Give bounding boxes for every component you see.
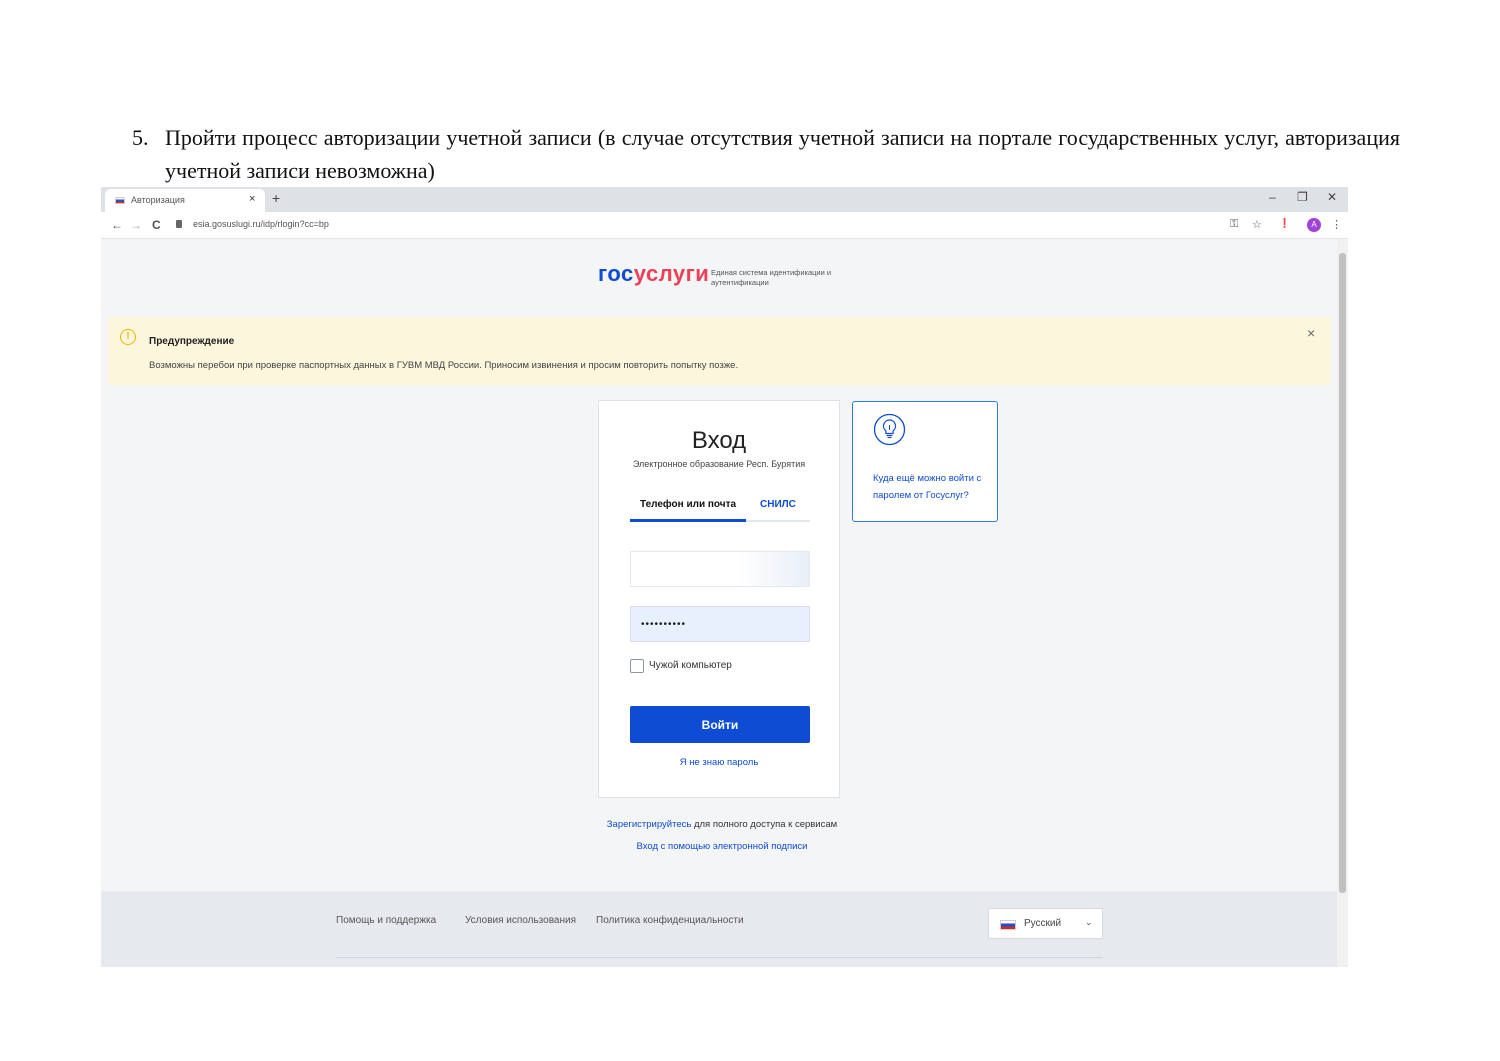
document-step: 5. Пройти процесс авторизации учетной за…: [132, 121, 1400, 187]
esignature-login-link[interactable]: Вход с помощью электронной подписи: [101, 841, 1337, 852]
menu-icon[interactable]: ⋮: [1331, 218, 1342, 231]
chevron-down-icon: ⌄: [1085, 917, 1093, 927]
browser-window: Авторизация × + – ❐ ✕ ← → C esia.gosuslu…: [101, 187, 1348, 967]
login-button[interactable]: Войти: [630, 706, 810, 743]
other-login-hint-text: Куда ещё можно войти с паролем от Госусл…: [873, 473, 982, 501]
back-icon[interactable]: ←: [111, 218, 123, 232]
star-icon[interactable]: ☆: [1252, 218, 1262, 231]
page-content: госуслуги Единая система идентификации и…: [101, 239, 1337, 967]
language-name: Русский: [1024, 918, 1062, 929]
organization-name: Электронное образование Респ. Бурятия: [632, 459, 806, 469]
language-select[interactable]: Русский ⌄: [988, 908, 1103, 939]
footer-terms-link[interactable]: Условия использования: [465, 915, 576, 926]
register-rest: для полного доступа к сервисам: [691, 819, 838, 830]
step-text: Пройти процесс авторизации учетной запис…: [165, 125, 1400, 183]
profile-avatar[interactable]: A: [1307, 218, 1321, 232]
minimize-button[interactable]: –: [1269, 190, 1276, 204]
forward-icon[interactable]: →: [130, 218, 142, 232]
lightbulb-icon: [873, 413, 906, 446]
foreign-computer-option[interactable]: Чужой компьютер: [630, 659, 780, 675]
password-field[interactable]: [630, 606, 810, 642]
restore-button[interactable]: ❐: [1297, 190, 1308, 204]
tab-strip: Авторизация × + – ❐ ✕: [101, 187, 1348, 212]
footer: Помощь и поддержка Условия использования…: [101, 891, 1337, 967]
logo-subtitle: Единая система идентификации и аутентифи…: [711, 268, 832, 287]
tab-phone-or-email[interactable]: Телефон или почта: [630, 496, 746, 522]
foreign-computer-label: Чужой компьютер: [649, 660, 732, 671]
page-scrollbar[interactable]: [1337, 239, 1348, 967]
address-bar[interactable]: esia.gosuslugi.ru/idp/rlogin?cc=bp: [170, 216, 1260, 234]
window-close-button[interactable]: ✕: [1327, 190, 1337, 204]
register-link[interactable]: Зарегистрируйтесь: [607, 819, 692, 830]
tab-close-icon[interactable]: ×: [249, 193, 255, 205]
warning-icon: !: [120, 329, 136, 345]
gosuslugi-logo[interactable]: госуслуги: [598, 261, 709, 287]
key-icon[interactable]: ⚿: [1230, 218, 1238, 231]
login-field[interactable]: [630, 551, 810, 587]
warning-title: Предупреждение: [149, 336, 235, 347]
url-text: esia.gosuslugi.ru/idp/rlogin?cc=bp: [193, 219, 329, 229]
lock-icon: [176, 220, 182, 228]
footer-divider: [336, 957, 1103, 958]
reload-icon[interactable]: C: [152, 218, 161, 232]
extension-icon[interactable]: ❗: [1279, 218, 1290, 229]
tab-snils[interactable]: СНИЛС: [760, 496, 796, 514]
step-number: 5.: [132, 125, 149, 150]
browser-tab[interactable]: Авторизация ×: [105, 189, 265, 212]
browser-toolbar: ← → C esia.gosuslugi.ru/idp/rlogin?cc=bp…: [101, 212, 1348, 239]
warning-text: Возможны перебои при проверке паспортных…: [149, 360, 739, 371]
russia-flag-icon: [1000, 920, 1016, 930]
new-tab-button[interactable]: +: [272, 190, 280, 206]
scrollbar-thumb[interactable]: [1339, 253, 1346, 893]
other-login-hint-card[interactable]: Куда ещё можно войти с паролем от Госусл…: [852, 401, 998, 522]
forgot-password-link[interactable]: Я не знаю пароль: [599, 757, 839, 768]
login-title: Вход: [691, 427, 747, 454]
warning-close-icon[interactable]: ×: [1307, 325, 1315, 341]
password-input[interactable]: [631, 607, 809, 641]
foreign-computer-checkbox[interactable]: [630, 659, 644, 673]
register-line: Зарегистрируйтесь для полного доступа к …: [101, 819, 1337, 830]
login-tabs: Телефон или почта СНИЛС: [630, 496, 810, 522]
russia-flag-icon: [115, 197, 125, 204]
footer-help-link[interactable]: Помощь и поддержка: [336, 915, 436, 926]
footer-privacy-link[interactable]: Политика конфиденциальности: [596, 915, 744, 926]
login-card: Вход Электронное образование Респ. Бурят…: [598, 400, 840, 798]
tab-title: Авторизация: [131, 195, 185, 205]
warning-banner: ! Предупреждение Возможны перебои при пр…: [108, 317, 1331, 385]
login-input[interactable]: [631, 552, 809, 586]
